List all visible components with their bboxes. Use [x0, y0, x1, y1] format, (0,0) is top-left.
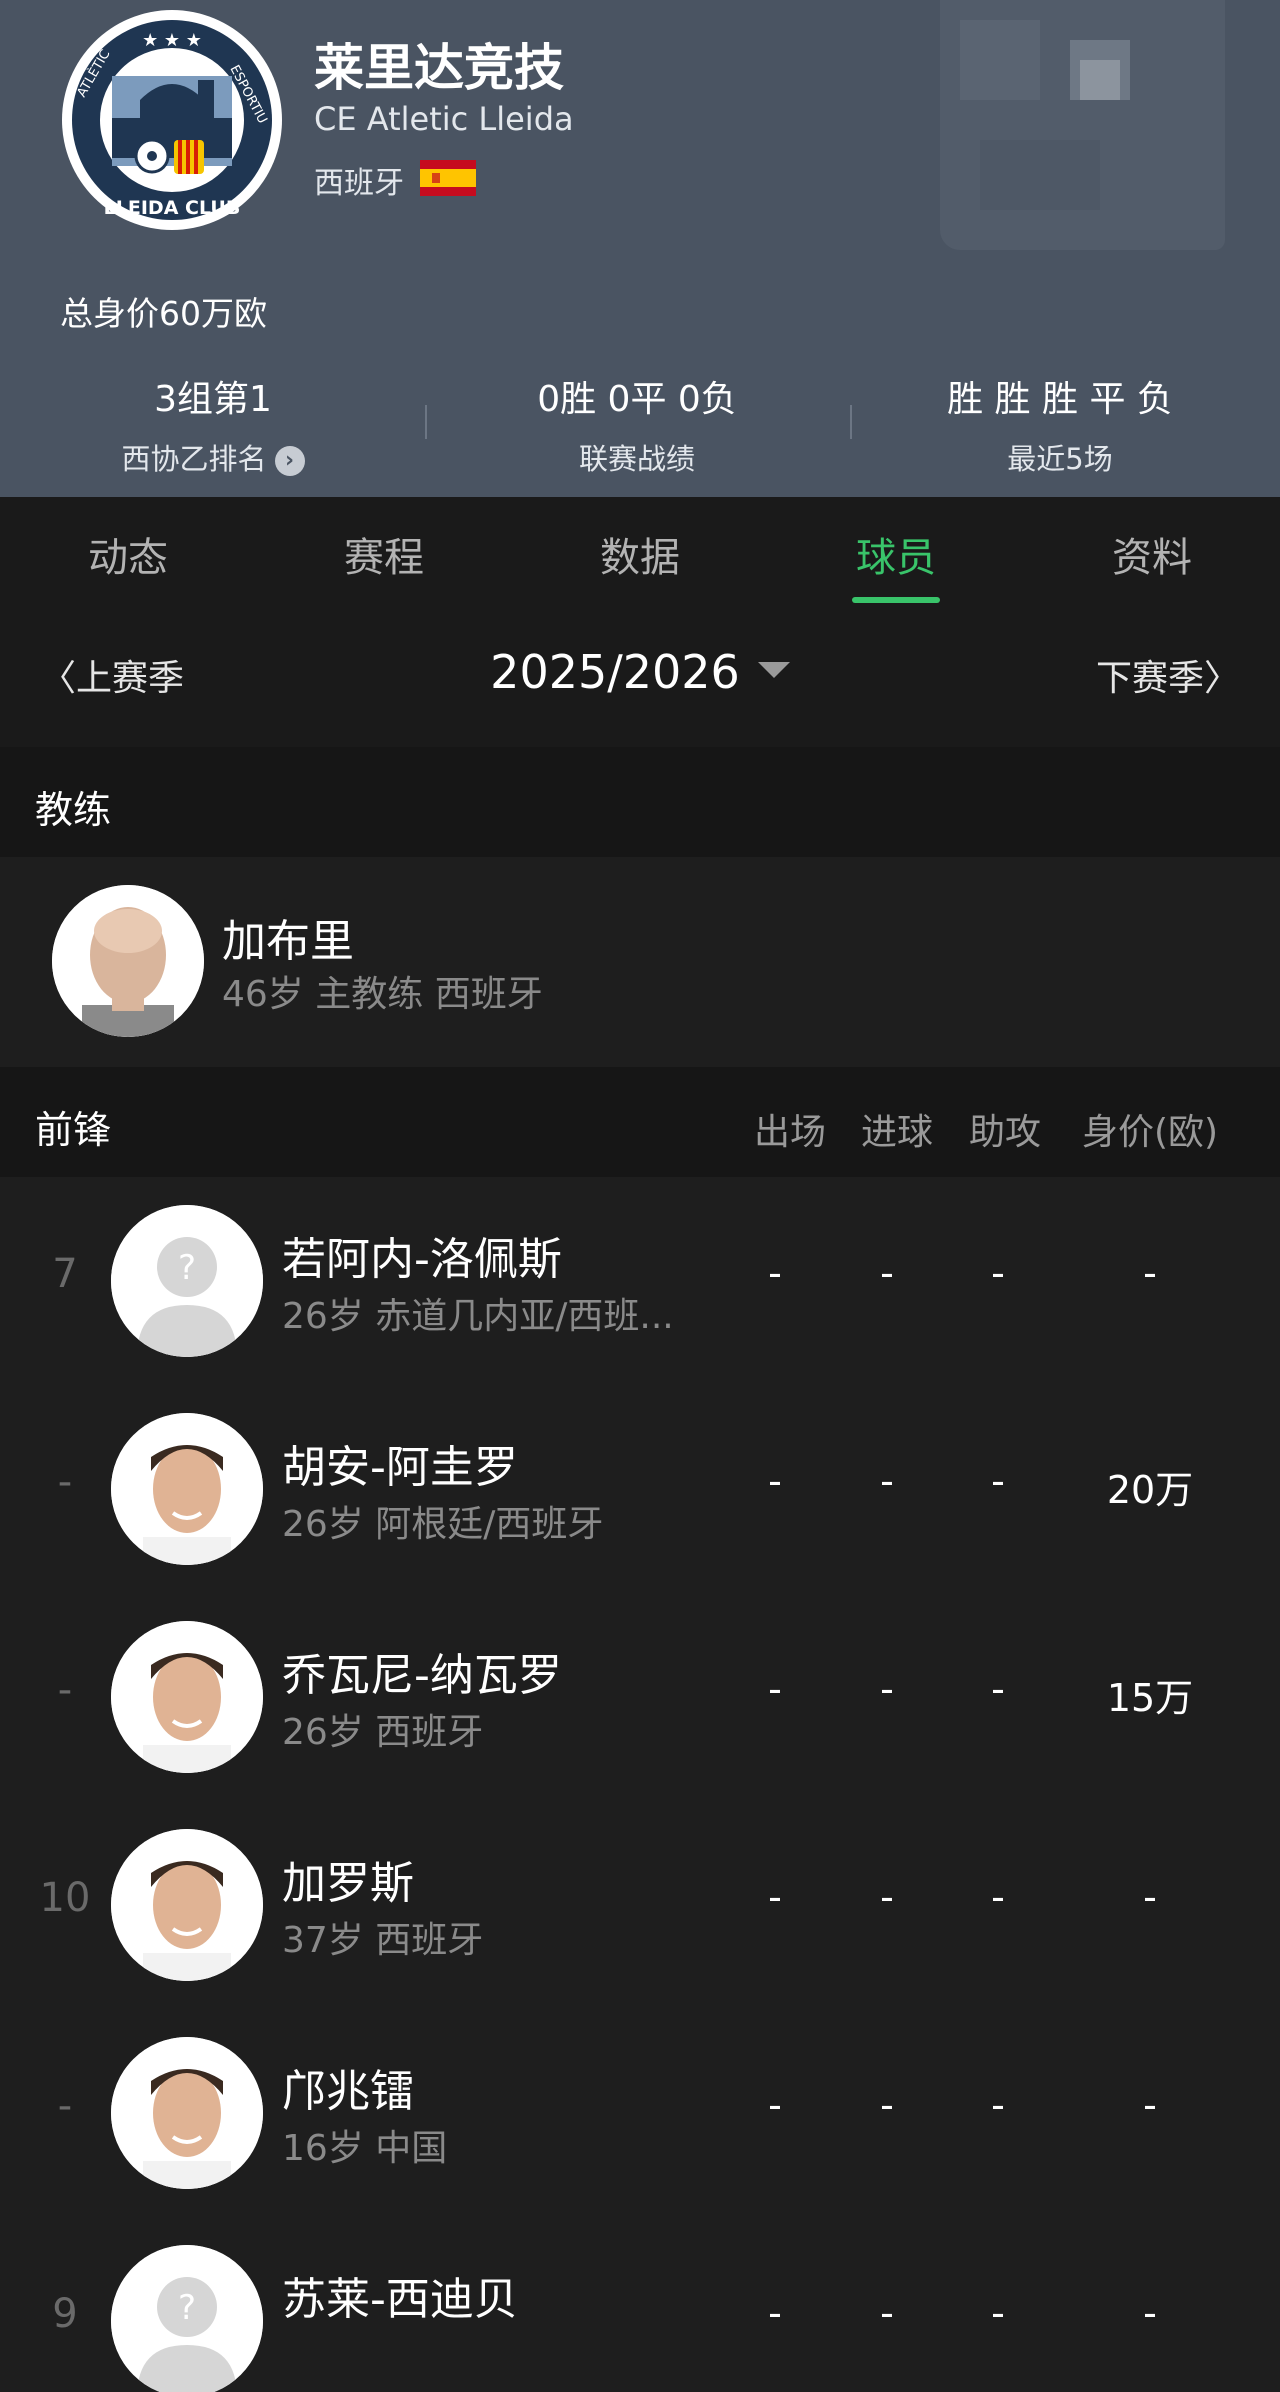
svg-text:?: ? [178, 1248, 196, 1288]
section-title: 前锋 [35, 1108, 112, 1152]
player-row[interactable]: 7? 若阿内-洛佩斯 26岁 赤道几内亚/西班... - - - - [0, 1177, 1280, 1385]
column-header-goals[interactable]: 进球 [842, 1103, 952, 1155]
player-avatar [111, 1621, 263, 1773]
tab-data[interactable]: 数据 [540, 525, 740, 583]
chevron-right-icon: › [274, 446, 305, 476]
tab-info[interactable]: 资料 [1052, 525, 1252, 583]
column-header-value[interactable]: 身价(欧) [1060, 1103, 1240, 1155]
player-goals: - [880, 1251, 894, 1295]
player-value: 20万 [1106, 1468, 1194, 1512]
player-assists: - [991, 1667, 1005, 1711]
column-header-assists[interactable]: 助攻 [950, 1103, 1060, 1155]
player-apps: - [768, 2083, 782, 2127]
player-name: 乔瓦尼-纳瓦罗 [282, 1650, 562, 1701]
stat-league-rank[interactable]: 3组第1 西协乙排名 › [3, 370, 423, 478]
tab-news[interactable]: 动态 [28, 525, 228, 583]
column-header-apps[interactable]: 出场 [735, 1103, 845, 1155]
player-row[interactable]: - 胡安-阿圭罗 26岁 阿根廷/西班牙 - - -20万 [0, 1385, 1280, 1593]
stat-value: 胜 胜 胜 平 负 [947, 379, 1173, 420]
svg-text:★ ★ ★: ★ ★ ★ [142, 30, 202, 51]
active-tab-indicator [852, 597, 940, 603]
blurred-image [940, 0, 1225, 250]
svg-text:?: ? [178, 2288, 196, 2328]
season-dropdown[interactable]: 2025/2026 [0, 645, 1280, 699]
player-info: 26岁 赤道几内亚/西班... [282, 1296, 674, 1337]
player-avatar [111, 1829, 263, 1981]
player-value: - [1143, 1875, 1157, 1919]
forwards-section-header: 前锋 出场 进球 助攻 身价(欧) [0, 1067, 1280, 1177]
tab-players[interactable]: 球员 [796, 525, 996, 583]
stat-value: 0胜 0平 0负 [537, 379, 737, 420]
player-avatar: ? [111, 1205, 263, 1357]
player-row[interactable]: - 邝兆镭 16岁 中国 - - - - [0, 2009, 1280, 2217]
player-avatar [111, 2037, 263, 2189]
coach-info: 46岁 主教练 西班牙 [222, 974, 543, 1015]
player-avatar [111, 1413, 263, 1565]
player-apps: - [768, 2291, 782, 2335]
player-name: 苏莱-西迪贝 [282, 2274, 518, 2325]
coach-name: 加布里 [222, 916, 354, 967]
stat-recent-form: 胜 胜 胜 平 负 最近5场 [850, 370, 1270, 478]
stat-label: 最近5场 [1007, 442, 1113, 476]
player-value: - [1143, 1251, 1157, 1295]
player-assists: - [991, 2083, 1005, 2127]
tab-schedule[interactable]: 赛程 [284, 525, 484, 583]
player-name: 邝兆镭 [282, 2066, 414, 2117]
stat-league-record: 0胜 0平 0负 联赛战绩 [427, 370, 847, 478]
player-apps: - [768, 1251, 782, 1295]
player-apps: - [768, 1459, 782, 1503]
player-apps: - [768, 1667, 782, 1711]
current-season: 2025/2026 [490, 645, 740, 699]
total-value: 总身价60万欧 [60, 294, 267, 333]
stat-label: 联赛战绩 [578, 442, 695, 476]
chevron-right-icon: 〉 [1203, 658, 1240, 699]
svg-text:LLEIDA CLUB: LLEIDA CLUB [104, 197, 241, 219]
player-value: 15万 [1106, 1676, 1194, 1720]
team-logo: ★ ★ ★ LLEIDA CLUB ATLÈTIC ESPORTIU [62, 10, 282, 230]
player-row[interactable]: 10 加罗斯 37岁 西班牙 - - - - [0, 1801, 1280, 2009]
player-assists: - [991, 1459, 1005, 1503]
tab-bar: 动态 赛程 数据 球员 资料 [0, 497, 1280, 607]
coach-row[interactable]: 加布里 46岁 主教练 西班牙 [0, 857, 1280, 1067]
coach-section-header: 教练 [0, 747, 1280, 857]
player-row[interactable]: - 乔瓦尼-纳瓦罗 26岁 西班牙 - - -15万 [0, 1593, 1280, 1801]
player-assists: - [991, 1875, 1005, 1919]
player-value: - [1143, 2083, 1157, 2127]
next-season-button[interactable]: 下赛季〉 [1096, 649, 1240, 701]
section-title: 教练 [35, 788, 112, 832]
player-goals: - [880, 2083, 894, 2127]
team-header: ★ ★ ★ LLEIDA CLUB ATLÈTIC ESPORTIU 莱里达竞技… [0, 0, 1280, 497]
player-goals: - [880, 1667, 894, 1711]
player-info: 16岁 中国 [282, 2128, 448, 2169]
stat-value: 3组第1 [154, 379, 272, 420]
player-assists: - [991, 1251, 1005, 1295]
next-season-label: 下赛季 [1095, 658, 1204, 699]
player-info: 26岁 西班牙 [282, 1712, 484, 1753]
player-goals: - [880, 1459, 894, 1503]
caret-down-icon [757, 662, 790, 678]
player-goals: - [880, 2291, 894, 2335]
player-name: 胡安-阿圭罗 [282, 1442, 518, 1493]
spain-flag-icon [420, 160, 476, 196]
player-info: 26岁 阿根廷/西班牙 [282, 1504, 604, 1545]
stat-label: 西协乙排名 [121, 442, 267, 476]
season-selector: 〈上赛季 2025/2026 下赛季〉 [0, 607, 1280, 747]
team-country: 西班牙 [314, 166, 404, 201]
player-info: 37岁 西班牙 [282, 1920, 484, 1961]
player-avatar: ? [111, 2245, 263, 2392]
team-english-name: CE Atletic Lleida [314, 100, 574, 138]
player-name: 若阿内-洛佩斯 [282, 1234, 562, 1285]
player-row[interactable]: 9? 苏莱-西迪贝 - - - - [0, 2217, 1280, 2392]
player-name: 加罗斯 [282, 1858, 414, 1909]
player-apps: - [768, 1875, 782, 1919]
coach-avatar [52, 885, 204, 1037]
team-name: 莱里达竞技 [314, 39, 564, 97]
player-value: - [1143, 2291, 1157, 2335]
player-goals: - [880, 1875, 894, 1919]
player-assists: - [991, 2291, 1005, 2335]
